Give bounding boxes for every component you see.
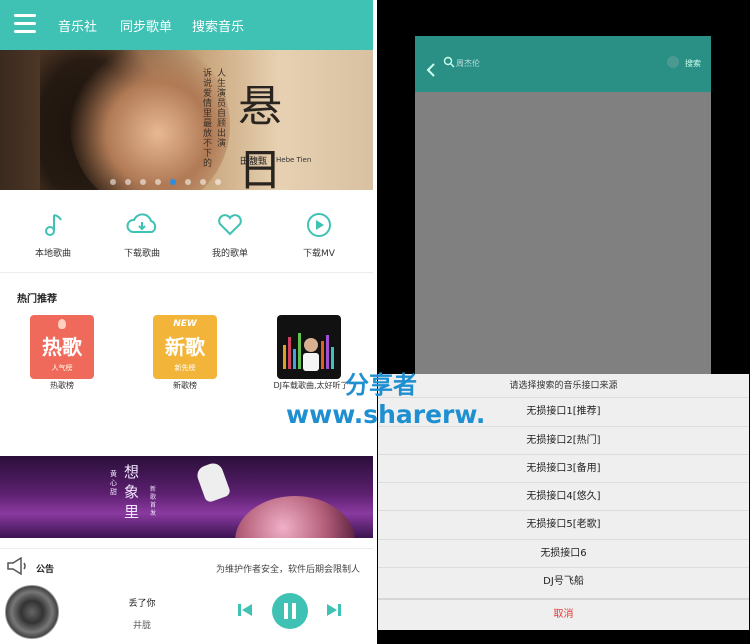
tile-small-text: 人气榜	[51, 364, 73, 372]
top-nav-bar: 音乐社 同步歌单 搜索音乐	[0, 0, 373, 50]
tab-sync-playlist[interactable]: 同步歌单	[120, 16, 172, 35]
tab-search-music[interactable]: 搜索音乐	[192, 16, 244, 35]
planet-illustration	[235, 496, 355, 538]
source-option[interactable]: DJ号飞船	[378, 567, 749, 596]
astronaut-illustration	[194, 460, 232, 504]
carousel-dot[interactable]	[215, 179, 221, 185]
announcement-label: 公告	[36, 565, 55, 575]
banner-artist-cn: 田馥甄	[240, 157, 268, 167]
shortcut-download-songs[interactable]: 下载歌曲	[107, 212, 177, 259]
pause-icon	[292, 603, 296, 619]
announcement-text: 为维护作者安全，软件后期会限制人	[216, 565, 361, 575]
tile-big-text: 新歌	[165, 335, 205, 359]
banner-artist-en: Hebe Tien	[276, 156, 312, 164]
cloud-download-icon	[126, 213, 157, 233]
equalizer-art-icon	[283, 333, 334, 371]
new-badge: NEW	[173, 319, 197, 329]
carousel-dot[interactable]	[185, 179, 191, 185]
promo-subtitle: 新歌首发	[150, 486, 157, 517]
source-option[interactable]: 无损接口6	[378, 539, 749, 568]
tab-music-community[interactable]: 音乐社	[58, 16, 97, 35]
search-button[interactable]: 搜索	[685, 58, 701, 69]
shortcut-my-playlist[interactable]: 我的歌单	[195, 212, 265, 259]
megaphone-icon	[7, 557, 26, 575]
carousel-dot[interactable]	[125, 179, 131, 185]
new-songs-chart-tile[interactable]: NEW 新歌 新先榜	[153, 315, 217, 379]
menu-icon[interactable]	[14, 14, 36, 36]
tile-caption: 新歌榜	[173, 381, 197, 390]
tile-big-text: 热歌	[42, 335, 82, 359]
source-option[interactable]: 无损接口3[备用]	[378, 454, 749, 483]
pause-icon	[284, 603, 288, 619]
carousel-dot[interactable]	[155, 179, 161, 185]
banner-carousel[interactable]: 悬 日 人生演员自顾出演 诉说爱情里最放不下的 田馥甄 Hebe Tien	[0, 50, 373, 190]
clear-icon[interactable]	[667, 56, 679, 68]
now-playing-artist: 井胧	[132, 621, 151, 631]
music-app-home: 音乐社 同步歌单 搜索音乐 悬 日 人生演员自顾出演 诉说爱情里最放不下的 田馥…	[0, 0, 373, 644]
now-playing-title: 丢了你	[128, 599, 156, 609]
shortcut-label: 下载MV	[303, 249, 335, 259]
hot-recommend-title: 热门推荐	[17, 294, 57, 305]
heart-icon	[218, 214, 242, 236]
shortcut-label: 本地歌曲	[34, 249, 71, 259]
search-icon	[443, 56, 455, 68]
carousel-dot[interactable]	[140, 179, 146, 185]
announcement-bar[interactable]: 公告 为维护作者安全，软件后期会限制人	[0, 552, 373, 582]
tile-caption: 热歌榜	[50, 381, 74, 390]
music-note-icon	[45, 214, 62, 236]
album-cover[interactable]	[5, 585, 59, 639]
carousel-dot[interactable]	[110, 179, 116, 185]
tile-caption: DJ车载歌曲,太好听了	[273, 381, 349, 390]
fire-icon	[58, 319, 66, 329]
back-arrow-icon[interactable]	[425, 62, 437, 78]
cancel-button[interactable]: 取消	[378, 598, 749, 630]
carousel-dots[interactable]	[110, 170, 230, 185]
carousel-dot[interactable]	[200, 179, 206, 185]
shortcut-label: 我的歌单	[211, 249, 248, 259]
source-option[interactable]: 无损接口4[悠久]	[378, 482, 749, 511]
promo-artist: 黄心甜	[110, 470, 117, 496]
watermark-url: www.sharerw.	[286, 400, 486, 429]
promo-banner[interactable]: 想象里 黄心甜 新歌首发	[0, 456, 373, 538]
next-icon[interactable]	[325, 601, 343, 619]
section-divider	[0, 272, 373, 273]
shortcut-local-songs[interactable]: 本地歌曲	[18, 212, 88, 259]
promo-title: 想象里	[124, 463, 140, 521]
carousel-dot-active[interactable]	[170, 179, 176, 185]
search-header-bar: 周杰伦 搜索	[415, 36, 711, 92]
source-option[interactable]: 无损接口2[热门]	[378, 426, 749, 455]
watermark-text: 分享者	[345, 371, 417, 399]
dj-playlist-tile[interactable]	[277, 315, 341, 379]
banner-album-title: 悬 日	[238, 81, 302, 190]
shortcut-download-mv[interactable]: 下载MV	[284, 212, 354, 259]
hot-songs-chart-tile[interactable]: 热歌 人气榜	[30, 315, 94, 379]
tile-small-text: 新先榜	[174, 364, 196, 372]
shortcut-label: 下载歌曲	[123, 249, 160, 259]
search-input[interactable]: 周杰伦	[456, 58, 480, 69]
section-divider	[0, 548, 373, 549]
previous-icon[interactable]	[236, 601, 254, 619]
source-option[interactable]: 无损接口5[老歌]	[378, 510, 749, 539]
play-circle-icon	[307, 213, 331, 237]
pause-button[interactable]	[272, 593, 308, 629]
sheet-title: 请选择搜索的音乐接口来源	[509, 381, 618, 391]
